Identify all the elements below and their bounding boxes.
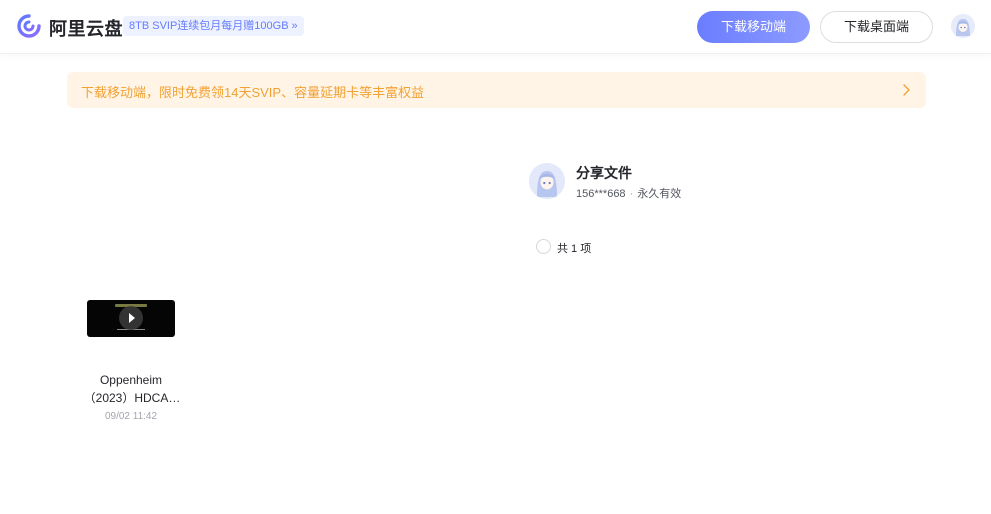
sharer-id: 156***668 bbox=[576, 188, 626, 200]
brand-name[interactable]: 阿里云盘 bbox=[49, 15, 123, 41]
share-meta: 156***668 · 永久有效 bbox=[576, 185, 681, 201]
item-count: 共 1 项 bbox=[557, 243, 592, 255]
download-mobile-button[interactable]: 下载移动端 bbox=[697, 11, 810, 43]
file-name[interactable]: Oppenheim（2023）HDCAM中文字幕.mp4 bbox=[78, 371, 184, 407]
promo-banner-text: 下载移动端，限时免费领14天SVIP、容量延期卡等丰富权益 bbox=[81, 85, 425, 100]
aliyun-drive-logo-icon[interactable] bbox=[17, 14, 41, 38]
download-desktop-button[interactable]: 下载桌面端 bbox=[820, 11, 933, 43]
user-avatar[interactable] bbox=[951, 14, 975, 38]
video-thumbnail[interactable] bbox=[87, 300, 175, 337]
share-validity: 永久有效 bbox=[637, 188, 682, 200]
meta-separator: · bbox=[629, 188, 634, 200]
anime-avatar-icon bbox=[951, 14, 975, 38]
top-bar: 阿里云盘 8TB SVIP连续包月每月赠100GB» 下载移动端 下载桌面端 bbox=[0, 0, 991, 54]
anime-avatar-icon bbox=[529, 163, 565, 199]
promo-banner[interactable]: 下载移动端，限时免费领14天SVIP、容量延期卡等丰富权益 bbox=[67, 72, 926, 108]
chevron-right-icon bbox=[903, 84, 910, 96]
svip-promo-text: 8TB SVIP连续包月每月赠100GB bbox=[129, 20, 289, 32]
share-title: 分享文件 bbox=[576, 165, 632, 181]
file-card[interactable]: Oppenheim（2023）HDCAM中文字幕.mp4 09/02 11:42 bbox=[78, 290, 184, 430]
sharer-avatar bbox=[529, 163, 565, 199]
play-icon[interactable] bbox=[119, 306, 143, 330]
select-all-checkbox[interactable] bbox=[536, 239, 551, 254]
svip-promo-chip[interactable]: 8TB SVIP连续包月每月赠100GB» bbox=[123, 16, 304, 36]
double-chevron-right-icon: » bbox=[291, 20, 298, 32]
file-date: 09/02 11:42 bbox=[104, 411, 158, 422]
